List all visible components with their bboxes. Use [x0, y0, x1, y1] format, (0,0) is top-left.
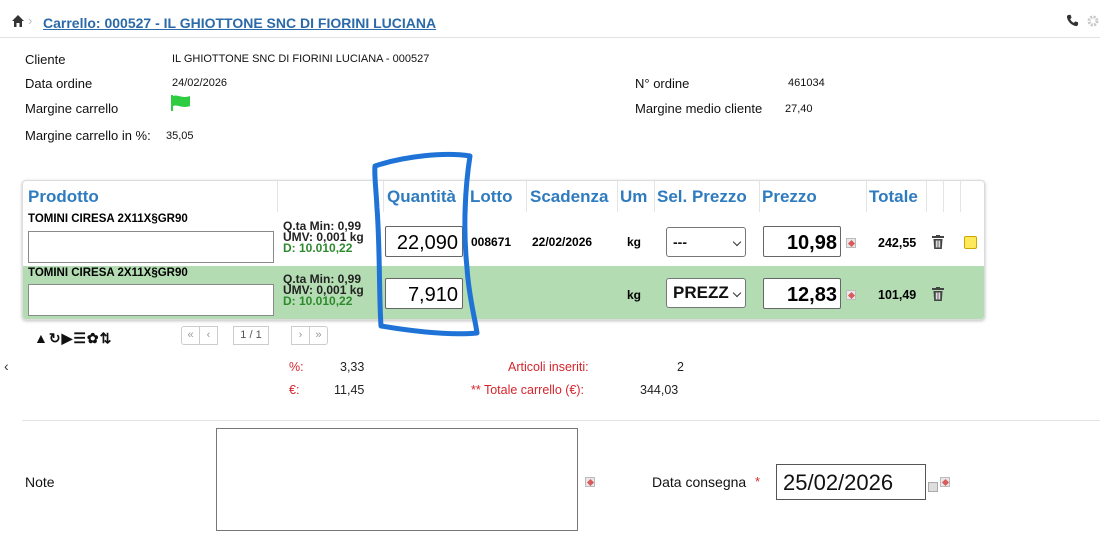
pager-first-button[interactable]: « [181, 326, 200, 345]
articoli-inseriti-label: Articoli inseriti: [508, 360, 589, 374]
disponibilita: D: 10.010,22 [283, 294, 353, 308]
note-textarea[interactable] [216, 428, 578, 531]
articoli-inseriti-value: 2 [677, 360, 684, 374]
flag-icon [171, 95, 190, 111]
col-divider [277, 181, 278, 212]
sidebar-toggle-icon[interactable]: ‹ [4, 358, 9, 374]
col-header-totale: Totale [869, 187, 918, 206]
trash-icon[interactable] [932, 235, 944, 249]
data-ordine-value: 24/02/2026 [172, 77, 228, 89]
summary-euro-value: 11,45 [334, 383, 365, 397]
summary-euro-label: €: [289, 383, 300, 397]
margine-medio-value: 27,40 [785, 103, 813, 115]
margine-percent-value: 35,05 [166, 130, 194, 142]
calendar-icon[interactable] [928, 482, 938, 492]
cliente-label: Cliente [25, 52, 66, 67]
totale-carrello-label: ** Totale carrello (€): [471, 383, 585, 397]
col-header-prezzo: Prezzo [762, 187, 817, 206]
totale-carrello-value: 344,03 [640, 383, 679, 397]
grid-toolbar-icons[interactable]: ▲↻▶☰✿⇅ [34, 330, 112, 347]
col-divider [960, 181, 961, 212]
product-note-input[interactable] [28, 231, 274, 263]
col-divider [759, 181, 760, 212]
col-divider [926, 181, 927, 212]
row-total: 242,55 [878, 236, 917, 250]
price-select[interactable]: PREZZ [666, 278, 746, 308]
edit-icon[interactable] [846, 290, 856, 300]
home-icon[interactable] [11, 14, 25, 28]
um-value: kg [627, 288, 642, 302]
note-label: Note [25, 474, 55, 490]
hand-drawn-annotation [372, 152, 480, 337]
cart-table: Prodotto Quantità Lotto Scadenza Um Sel.… [22, 180, 985, 320]
product-name: TOMINI CIRESA 2X11X§GR90 [28, 267, 188, 279]
data-consegna-input[interactable]: 25/02/2026 [776, 464, 926, 500]
disponibilita: D: 10.010,22 [283, 241, 353, 255]
quantity-info: Q.ta Min: 0,99 UMV: 0,001 kg D: 10.010,2… [283, 273, 364, 308]
col-divider [617, 181, 618, 212]
chevron-down-icon [732, 237, 742, 247]
edit-icon[interactable] [846, 238, 856, 248]
product-name: TOMINI CIRESA 2X11X§GR90 [28, 213, 188, 225]
data-consegna-label: Data consegna [652, 474, 747, 490]
pager-last-button[interactable]: » [309, 326, 328, 345]
row-total: 101,49 [878, 288, 917, 302]
pager-prev-button[interactable]: ‹ [199, 326, 218, 345]
required-marker: * [755, 474, 761, 489]
breadcrumb-link[interactable]: Carrello: 000527 - IL GHIOTTONE SNC DI F… [43, 15, 436, 31]
quantity-info: Q.ta Min: 0,99 UMV: 0,001 kg D: 10.010,2… [283, 220, 364, 255]
col-header-um: Um [620, 187, 648, 206]
price-select-value: --- [673, 234, 687, 250]
product-note-input[interactable] [28, 284, 274, 316]
col-divider [526, 181, 527, 212]
page-header: › Carrello: 000527 - IL GHIOTTONE SNC DI… [0, 8, 1100, 38]
col-divider [654, 181, 655, 212]
scadenza-value: 22/02/2026 [532, 235, 593, 249]
data-ordine-label: Data ordine [25, 76, 93, 91]
breadcrumb-separator: › [28, 13, 33, 28]
summary-percent-label: %: [289, 360, 304, 374]
margine-medio-label: Margine medio cliente [635, 101, 763, 116]
table-row: TOMINI CIRESA 2X11X§GR90 Q.ta Min: 0,99 … [23, 266, 984, 319]
numero-ordine-label: N° ordine [635, 76, 690, 91]
edit-icon[interactable] [585, 477, 595, 487]
col-header-prodotto: Prodotto [28, 187, 99, 206]
phone-icon[interactable] [1066, 14, 1079, 27]
col-divider [943, 181, 944, 212]
gear-icon[interactable] [1086, 14, 1100, 28]
margine-percent-label: Margine carrello in %: [25, 128, 151, 143]
pager-next-button[interactable]: › [291, 326, 310, 345]
price-select-value: PREZZ [673, 283, 729, 302]
sticky-note-icon[interactable] [964, 236, 977, 249]
trash-icon[interactable] [932, 287, 944, 301]
col-header-scadenza: Scadenza [530, 187, 609, 206]
price-input[interactable]: 10,98 [763, 226, 841, 257]
col-header-sel-prezzo: Sel. Prezzo [657, 187, 747, 206]
margine-carrello-label: Margine carrello [25, 101, 119, 116]
summary-percent-value: 3,33 [340, 360, 365, 374]
numero-ordine-value: 461034 [788, 77, 825, 89]
cliente-value: IL GHIOTTONE SNC DI FIORINI LUCIANA - 00… [172, 53, 430, 65]
edit-icon[interactable] [940, 477, 950, 487]
table-row: TOMINI CIRESA 2X11X§GR90 Q.ta Min: 0,99 … [23, 212, 984, 266]
price-select[interactable]: --- [666, 227, 746, 257]
chevron-down-icon [732, 288, 742, 298]
price-input[interactable]: 12,83 [763, 278, 841, 309]
col-divider [866, 181, 867, 212]
um-value: kg [627, 235, 642, 249]
pager-info: 1 / 1 [233, 326, 269, 345]
